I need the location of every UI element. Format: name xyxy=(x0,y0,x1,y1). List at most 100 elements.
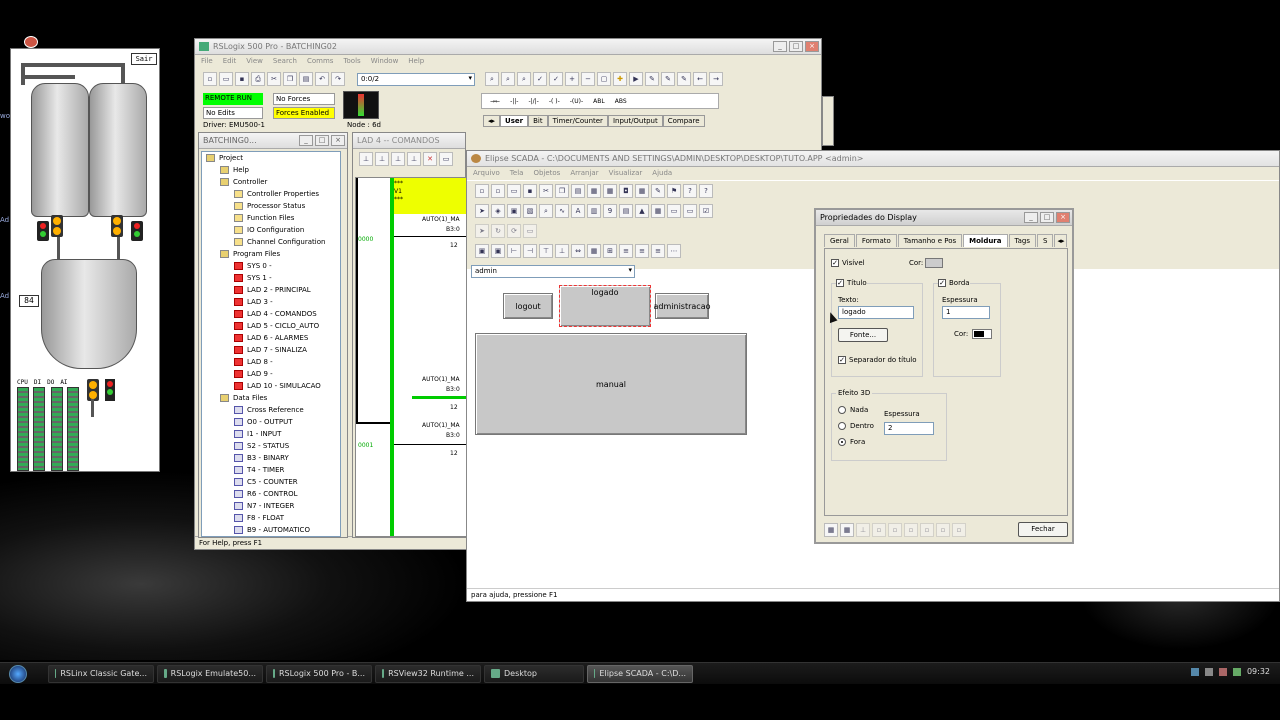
menu-view[interactable]: View xyxy=(246,57,263,66)
logout-button[interactable]: logout xyxy=(503,293,553,319)
tree-item[interactable]: T4 - TIMER xyxy=(202,464,340,476)
menu-arranjar[interactable]: Arranjar xyxy=(570,169,598,178)
menu-edit[interactable]: Edit xyxy=(223,57,237,66)
tree-item[interactable]: LAD 3 - xyxy=(202,296,340,308)
run-icon[interactable]: ⚑ xyxy=(667,184,681,198)
administracao-button[interactable]: administracao xyxy=(654,293,711,319)
menu-arquivo[interactable]: Arquivo xyxy=(473,169,500,178)
tree-item[interactable]: B9 - AUTOMATICO xyxy=(202,524,340,536)
menu-window[interactable]: Window xyxy=(371,57,399,66)
new-screen-icon[interactable]: ▫ xyxy=(491,184,505,198)
tree-item[interactable]: LAD 2 - PRINCIPAL xyxy=(202,284,340,296)
instruction-icon[interactable]: -( )- xyxy=(549,98,560,105)
radio-dentro[interactable]: Dentro xyxy=(838,422,874,430)
cut-icon[interactable]: ✂ xyxy=(539,184,553,198)
ladder-view[interactable]: *** V1 *** 0000 0001 AUTO(1)_MA B3:0 12 … xyxy=(355,177,467,537)
run-icon[interactable]: ▶ xyxy=(629,72,643,86)
minimize-button[interactable]: _ xyxy=(1024,212,1038,223)
tree-item[interactable]: Cross Reference xyxy=(202,404,340,416)
fechar-button[interactable]: Fechar xyxy=(1018,522,1068,537)
radio-nada[interactable]: Nada xyxy=(838,406,868,414)
taskbar-button[interactable]: Desktop xyxy=(484,664,584,683)
camera-icon[interactable]: ◘ xyxy=(619,184,633,198)
center-icon[interactable]: ⊞ xyxy=(603,244,617,258)
cut-icon[interactable]: ✂ xyxy=(267,72,281,86)
tool-icon[interactable]: ▭ xyxy=(439,152,453,166)
tree-item[interactable]: R6 - CONTROL xyxy=(202,488,340,500)
undo-icon[interactable]: ↶ xyxy=(315,72,329,86)
fonte-button[interactable]: Fonte... xyxy=(838,328,888,342)
order-icon[interactable]: ≡ xyxy=(619,244,633,258)
zoom-icon[interactable]: ⌕ xyxy=(539,204,553,218)
rect-icon[interactable]: ▭ xyxy=(523,224,537,238)
taskbar-button[interactable]: RSLogix Emulate50... xyxy=(157,664,263,683)
tab-geral[interactable]: Geral xyxy=(824,234,855,247)
radio-fora[interactable]: Fora xyxy=(838,438,865,446)
tree-item[interactable]: C5 - COUNTER xyxy=(202,476,340,488)
maximize-button[interactable]: □ xyxy=(315,135,329,146)
back-icon[interactable]: ← xyxy=(693,72,707,86)
instruction-tag[interactable]: AUTO(1)_MA xyxy=(422,376,460,383)
cor-picker[interactable] xyxy=(925,258,943,268)
group-icon[interactable]: ▣ xyxy=(475,244,489,258)
display-number-icon[interactable]: 9 xyxy=(603,204,617,218)
network-icon[interactable] xyxy=(1190,667,1199,676)
help-tray-icon[interactable] xyxy=(1204,667,1213,676)
tree-item[interactable]: LAD 5 - CICLO_AUTO xyxy=(202,320,340,332)
screens-icon[interactable]: ▦ xyxy=(603,184,617,198)
tab-user[interactable]: User xyxy=(500,115,529,127)
order-icon[interactable]: ≡ xyxy=(635,244,649,258)
menu-ajuda[interactable]: Ajuda xyxy=(652,169,672,178)
organizer-icon[interactable]: ▦ xyxy=(587,184,601,198)
tree-item[interactable]: Data Files xyxy=(202,392,340,404)
instruction-icon[interactable]: -||- xyxy=(510,98,518,105)
tool-icon[interactable]: ▫ xyxy=(936,523,950,537)
tool-icon[interactable]: ⊥ xyxy=(856,523,870,537)
texto-input[interactable]: logado xyxy=(838,306,914,319)
edit-icon[interactable]: ✎ xyxy=(645,72,659,86)
distribute-icon[interactable]: ⋯ xyxy=(667,244,681,258)
save-icon[interactable]: ▪ xyxy=(523,184,537,198)
tree-item[interactable]: F8 - FLOAT xyxy=(202,512,340,524)
redo-icon[interactable]: ↷ xyxy=(331,72,345,86)
tab-timer-counter[interactable]: Timer/Counter xyxy=(547,115,608,127)
tree-item[interactable]: LAD 7 - SINALIZA xyxy=(202,344,340,356)
tab-tamanho-pos[interactable]: Tamanho e Pos xyxy=(897,234,963,247)
taskbar-button[interactable]: Elipse SCADA - C:\D... xyxy=(587,664,693,683)
elipse-titlebar[interactable]: Elipse SCADA - C:\DOCUMENTS AND SETTINGS… xyxy=(467,151,1279,167)
tool-icon[interactable]: ▫ xyxy=(920,523,934,537)
minimize-button[interactable]: _ xyxy=(299,135,313,146)
tree-item[interactable]: SYS 0 - xyxy=(202,260,340,272)
tab-scroll-arrows[interactable]: ◂▸ xyxy=(1054,234,1068,247)
instruction-tag[interactable]: AUTO(1)_MA xyxy=(422,216,460,223)
tool-icon[interactable]: ▫ xyxy=(904,523,918,537)
select-icon[interactable]: ➤ xyxy=(475,204,489,218)
align-left-icon[interactable]: ⊢ xyxy=(507,244,521,258)
arrow-icon[interactable]: ➤ xyxy=(475,224,489,238)
tab-bit[interactable]: Bit xyxy=(528,115,548,127)
tree-item[interactable]: LAD 6 - ALARMES xyxy=(202,332,340,344)
rotate-icon[interactable]: ↻ xyxy=(491,224,505,238)
maximize-button[interactable]: □ xyxy=(1040,212,1054,223)
taskbar-button[interactable]: RSView32 Runtime ... xyxy=(375,664,481,683)
desktop-icon-label[interactable]: Ad xyxy=(0,216,10,226)
tree-item[interactable]: LAD 9 - xyxy=(202,368,340,380)
close-button[interactable]: × xyxy=(805,41,819,52)
order-icon[interactable]: ≡ xyxy=(651,244,665,258)
accept-icon[interactable]: ✎ xyxy=(661,72,675,86)
tree-item[interactable]: Project xyxy=(202,152,340,164)
borda-checkbox[interactable]: ✓ Borda xyxy=(938,279,970,287)
text-icon[interactable]: A xyxy=(571,204,585,218)
tool-icon[interactable]: ⊥ xyxy=(407,152,421,166)
desktop-icon-label[interactable]: wor xyxy=(0,112,13,122)
tree-item[interactable]: B3 - BINARY xyxy=(202,452,340,464)
zoom-out-icon[interactable]: − xyxy=(581,72,595,86)
tree-item[interactable]: O0 - OUTPUT xyxy=(202,416,340,428)
align-right-icon[interactable]: ⊣ xyxy=(523,244,537,258)
tab-moldura[interactable]: Moldura xyxy=(963,234,1008,247)
tree-item[interactable]: Channel Configuration xyxy=(202,236,340,248)
new-icon[interactable]: ▫ xyxy=(203,72,217,86)
tree-item[interactable]: LAD 10 - SIMULACAO xyxy=(202,380,340,392)
slider-icon[interactable]: ▭ xyxy=(683,204,697,218)
tray-app-icon[interactable] xyxy=(1218,667,1227,676)
